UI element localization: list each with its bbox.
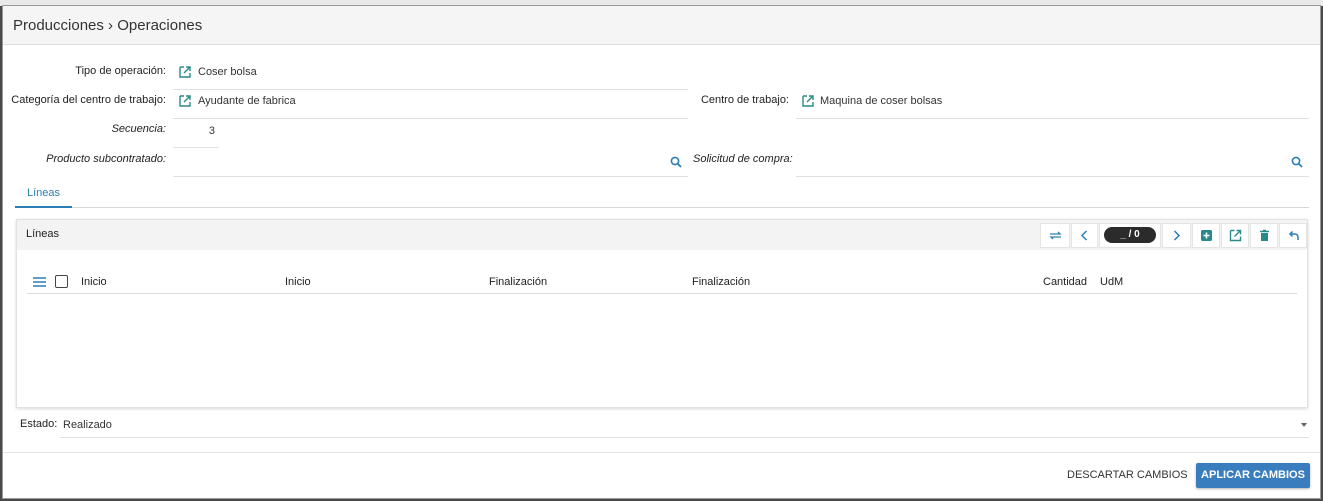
next-button[interactable] (1162, 223, 1191, 248)
add-icon (1200, 230, 1212, 241)
categoria-centro-value: Ayudante de fabrica (198, 95, 296, 107)
tab-bar: Líneas (15, 184, 1309, 208)
switch-view-button[interactable] (1040, 223, 1070, 248)
select-all-checkbox[interactable] (55, 275, 68, 288)
column-cantidad[interactable]: Cantidad (1043, 276, 1087, 288)
column-inicio[interactable]: Inicio (81, 276, 107, 288)
tipo-operacion-value: Coser bolsa (198, 66, 257, 78)
lines-panel: Líneas _ / 0 Inicio Inicio Finalización … (16, 219, 1308, 408)
discard-changes-button[interactable]: DESCARTAR CAMBIOS (1059, 462, 1196, 488)
dialog-title: Producciones › Operaciones (13, 17, 203, 34)
centro-trabajo-field[interactable]: Maquina de coser bolsas (796, 90, 1309, 119)
solicitud-compra-field[interactable] (796, 148, 1309, 177)
open-icon (1229, 229, 1241, 242)
tab-lineas[interactable]: Líneas (15, 184, 73, 208)
switch-view-icon (1048, 231, 1062, 240)
previous-button[interactable] (1071, 223, 1098, 248)
estado-label: Estado: (20, 418, 58, 430)
next-icon (1173, 230, 1181, 241)
column-inicio-2[interactable]: Inicio (285, 276, 311, 288)
estado-value: Realizado (63, 419, 112, 431)
search-icon[interactable] (1291, 156, 1303, 168)
dropdown-caret-icon (1301, 423, 1307, 427)
column-menu-icon[interactable] (33, 277, 46, 287)
delete-icon (1259, 229, 1269, 241)
secuencia-value: 3 (208, 125, 215, 137)
tipo-operacion-field[interactable]: Coser bolsa (173, 61, 688, 90)
previous-icon (1080, 230, 1088, 241)
lines-panel-header: Líneas _ / 0 (17, 220, 1307, 250)
footer-divider (3, 452, 1320, 453)
column-udm[interactable]: UdM (1100, 276, 1123, 288)
undo-icon (1288, 230, 1299, 240)
secuencia-field[interactable]: 3 (173, 119, 219, 148)
centro-trabajo-value: Maquina de coser bolsas (820, 95, 943, 107)
record-pager: _ / 0 (1104, 227, 1156, 243)
column-finalizacion-2[interactable]: Finalización (692, 276, 750, 288)
secuencia-label: Secuencia: (111, 123, 166, 135)
lines-grid-header: Inicio Inicio Finalización Finalización … (27, 268, 1297, 294)
open-record-icon[interactable] (179, 66, 191, 78)
tipo-operacion-label: Tipo de operación: (75, 65, 166, 77)
centro-trabajo-label: Centro de trabajo: (700, 94, 789, 106)
open-record-icon[interactable] (179, 95, 191, 107)
add-record-button[interactable] (1192, 223, 1220, 248)
search-icon[interactable] (670, 156, 682, 168)
estado-select[interactable]: Realizado (60, 412, 1309, 438)
operations-dialog: Producciones › Operaciones Tipo de opera… (2, 5, 1321, 499)
producto-subcontratado-field[interactable] (173, 148, 688, 177)
delete-record-button[interactable] (1250, 223, 1278, 248)
categoria-centro-label: Categoría del centro de trabajo: (11, 94, 166, 106)
categoria-centro-field[interactable]: Ayudante de fabrica (173, 90, 688, 119)
column-finalizacion[interactable]: Finalización (489, 276, 547, 288)
apply-changes-button[interactable]: APLICAR CAMBIOS (1196, 463, 1310, 488)
dialog-header: Producciones › Operaciones (3, 6, 1320, 45)
producto-subcontratado-label: Producto subcontratado: (46, 153, 166, 165)
open-record-icon[interactable] (802, 95, 814, 107)
solicitud-compra-label: Solicitud de compra: (693, 153, 793, 165)
undo-button[interactable] (1279, 223, 1307, 248)
lines-panel-title: Líneas (26, 228, 60, 240)
open-record-button[interactable] (1221, 223, 1249, 248)
